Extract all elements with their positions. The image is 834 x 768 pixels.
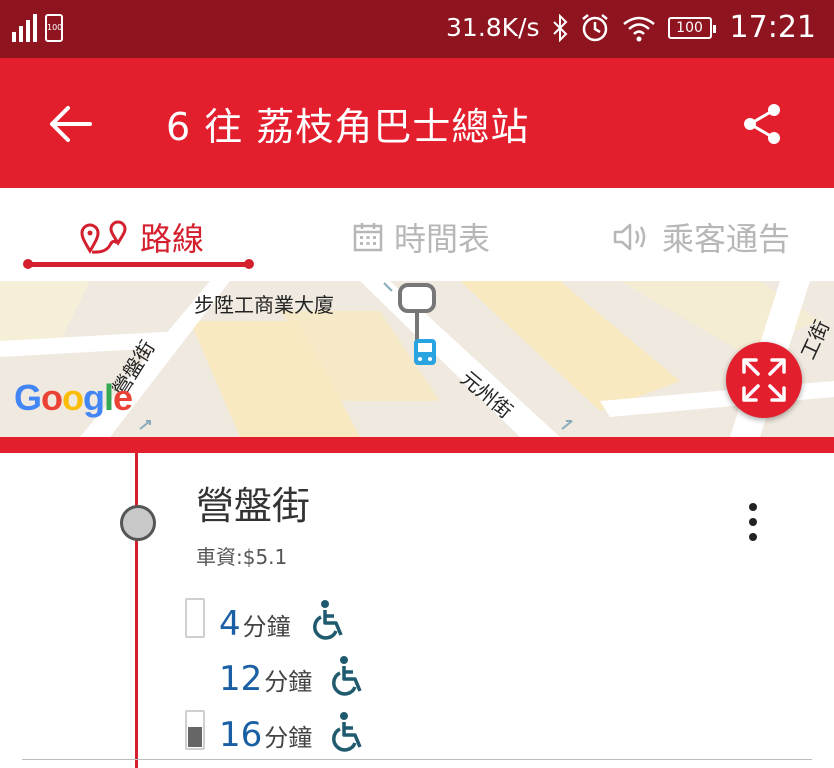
tab-indicator <box>23 259 254 269</box>
eta-minutes: 4 <box>219 604 241 644</box>
tab-timetable-label: 時間表 <box>394 220 491 258</box>
wheelchair-icon <box>332 656 362 696</box>
battery-level: 100 <box>676 19 703 36</box>
status-bar: 100 31.8K/s 100 17:21 <box>0 0 834 58</box>
speaker-icon <box>613 223 646 251</box>
expand-icon <box>742 358 786 402</box>
app-bar: 6 往 荔枝角巴士總站 <box>0 58 834 188</box>
battery-saver-icon: 100 <box>45 14 63 42</box>
network-speed: 31.8K/s <box>446 13 540 42</box>
tab-timetable[interactable]: 時間表 <box>352 212 490 262</box>
wheelchair-icon <box>313 600 343 640</box>
divider <box>22 759 812 760</box>
share-icon[interactable] <box>740 102 784 146</box>
tab-notices-label: 乘客通告 <box>662 220 791 258</box>
battery-icon: 100 <box>667 16 716 39</box>
eta-minutes: 12 <box>219 659 263 699</box>
route-header-bar <box>0 437 834 453</box>
eta-unit: 分鐘 <box>264 724 313 752</box>
occupancy-indicator <box>185 598 205 638</box>
wheelchair-icon <box>332 712 362 752</box>
stop-list: 營盤街 車資:$5.1 4 分鐘 12 分鐘 16 分鐘 <box>0 453 834 768</box>
more-options-icon[interactable] <box>746 503 760 545</box>
route-pin-icon <box>80 220 127 254</box>
tab-notices[interactable]: 乘客通告 <box>612 212 790 262</box>
signal-icon <box>12 14 37 42</box>
eta-unit: 分鐘 <box>264 668 313 696</box>
stop-marker <box>120 505 156 541</box>
alarm-icon <box>581 13 608 41</box>
eta-row: 16 分鐘 <box>219 709 312 755</box>
bluetooth-icon <box>552 13 567 42</box>
calendar-icon <box>353 223 383 252</box>
tab-route[interactable]: 路線 <box>80 212 204 262</box>
map-view[interactable]: 步陞工商業大廈 營盤街 元州街 工街 Google <box>0 281 834 437</box>
battery-saver-level: 100 <box>47 23 63 32</box>
stop-fare: 車資:$5.1 <box>196 545 288 569</box>
route-line <box>135 453 138 768</box>
eta-row: 4 分鐘 <box>219 598 291 644</box>
eta-row: 12 分鐘 <box>219 653 312 699</box>
wifi-icon <box>622 16 655 41</box>
arrow-left-icon[interactable] <box>44 98 96 150</box>
stop-name[interactable]: 營盤街 <box>196 475 310 530</box>
expand-map-button[interactable] <box>726 342 802 418</box>
google-logo: Google <box>14 377 133 418</box>
eta-unit: 分鐘 <box>242 613 291 641</box>
eta-minutes: 16 <box>219 715 263 755</box>
tab-route-label: 路線 <box>140 220 205 258</box>
clock: 17:21 <box>729 10 816 45</box>
map-label-building: 步陞工商業大廈 <box>194 293 334 317</box>
occupancy-indicator <box>185 710 205 750</box>
tab-bar: 路線 時間表 乘客通告 <box>0 188 834 281</box>
page-title: 6 往 荔枝角巴士總站 <box>166 105 530 149</box>
